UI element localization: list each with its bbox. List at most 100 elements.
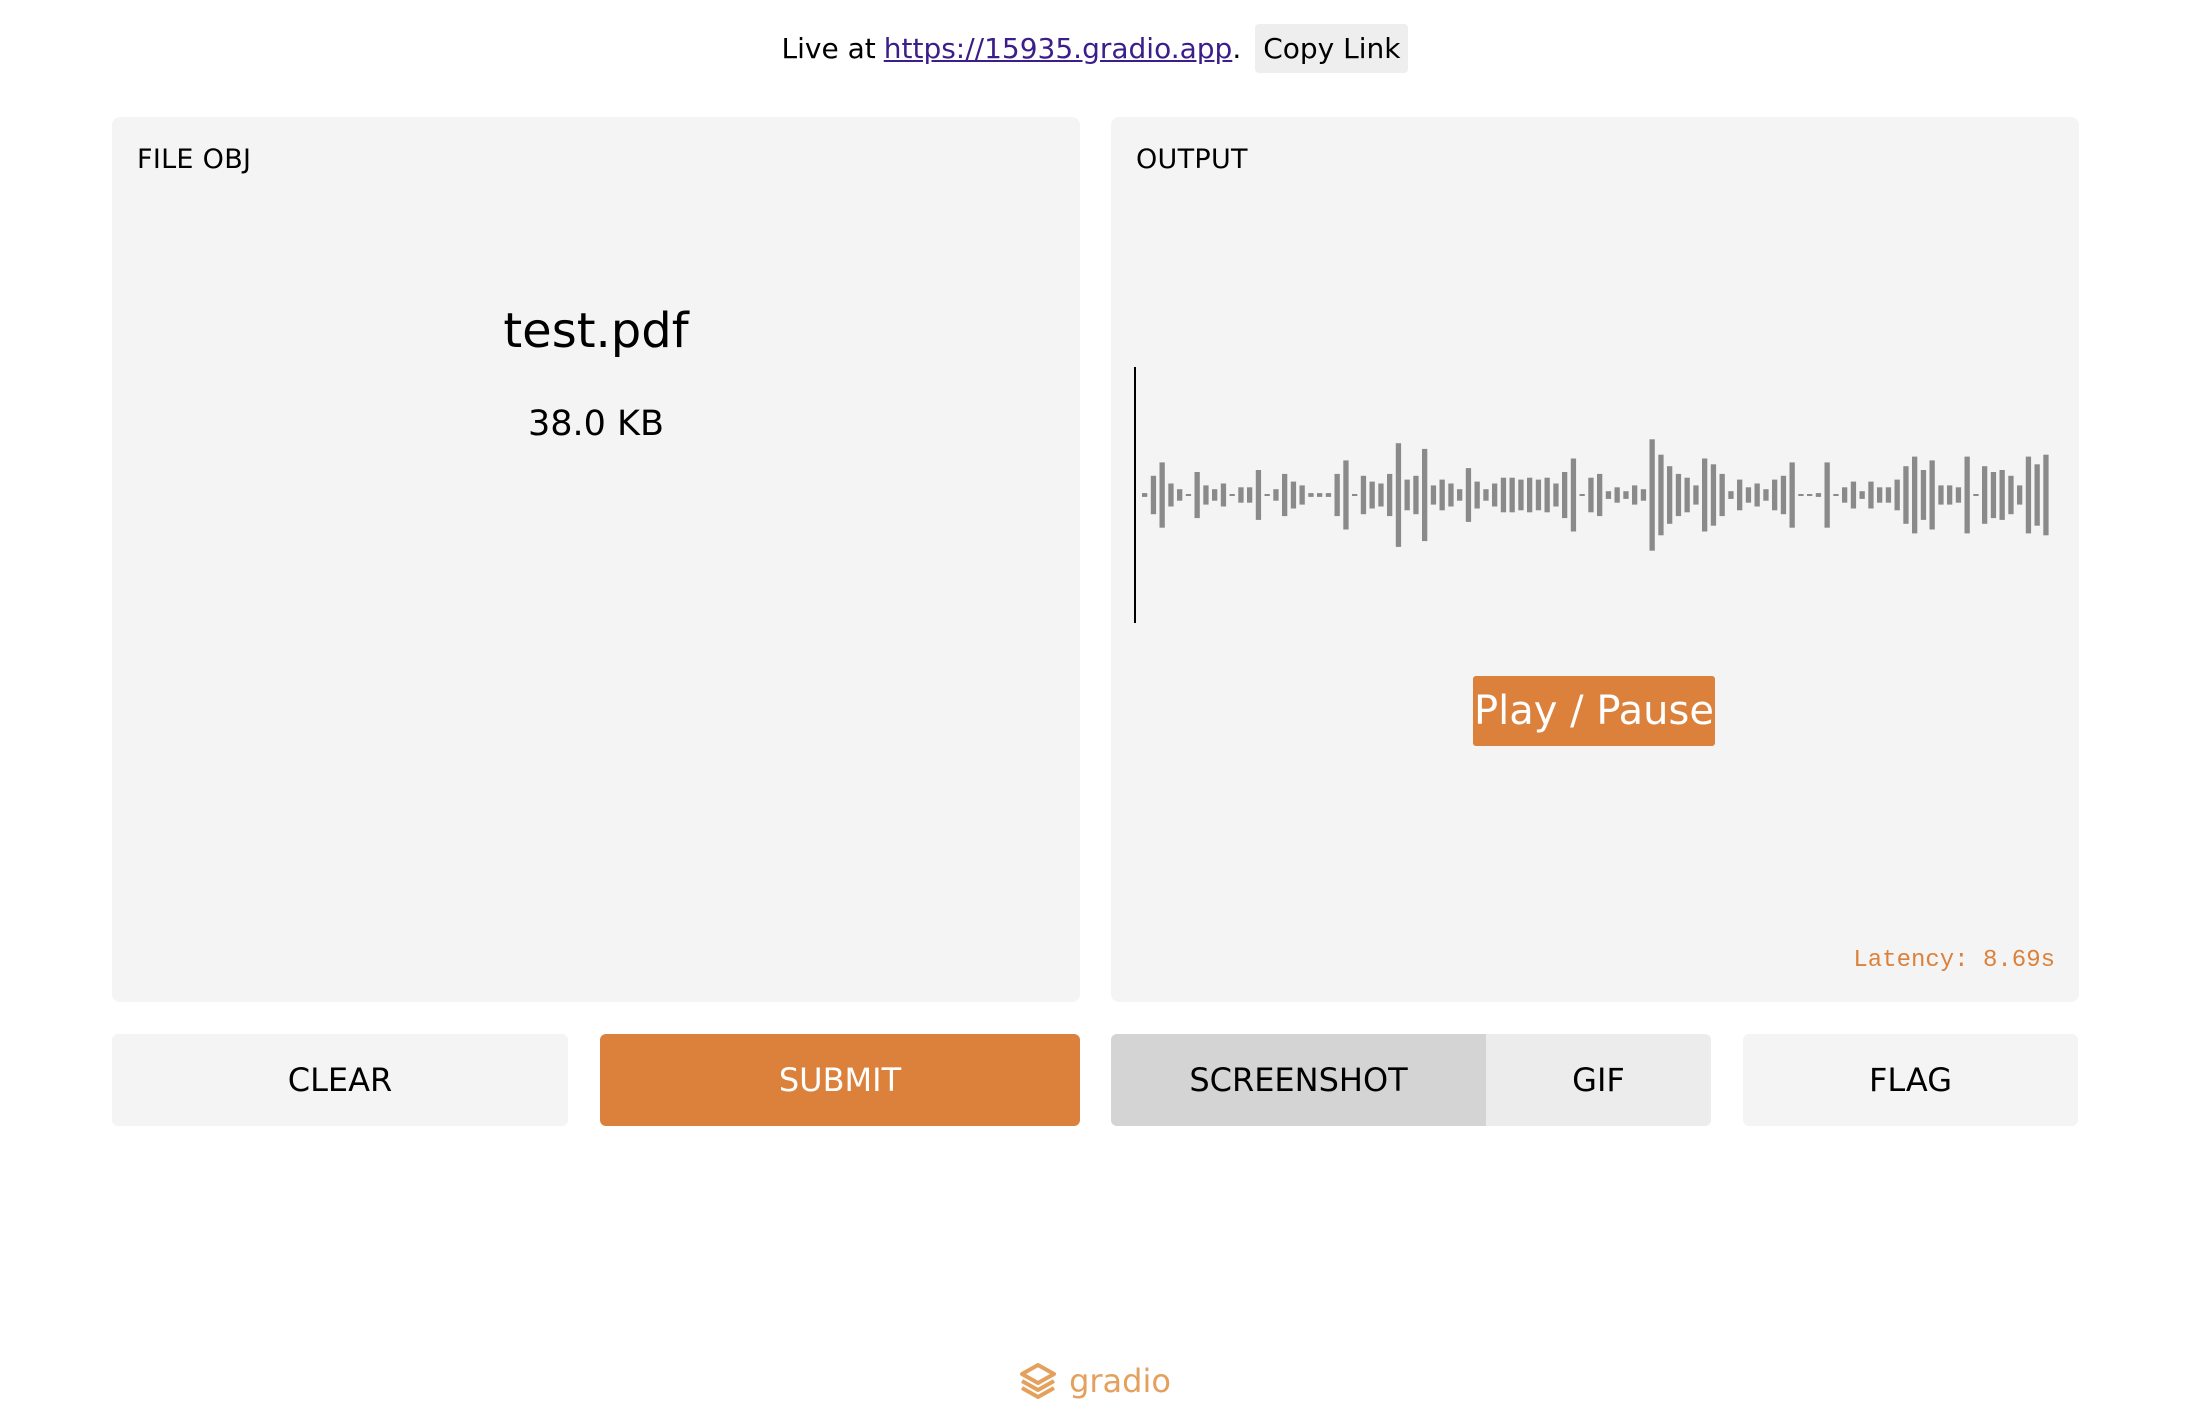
waveform-bar xyxy=(1369,481,1375,509)
waveform-bar xyxy=(1474,481,1480,509)
play-pause-button[interactable]: Play / Pause xyxy=(1473,676,1715,746)
waveform-bar xyxy=(1824,462,1830,528)
waveform-bar xyxy=(1308,493,1314,497)
waveform-bar xyxy=(1220,483,1227,507)
waveform-bar xyxy=(1177,489,1183,501)
waveform-bar xyxy=(1632,485,1638,505)
waveform-bar xyxy=(1894,479,1900,511)
waveform-bar xyxy=(1142,493,1148,497)
waveform-bar xyxy=(1684,477,1690,513)
waveform-bar xyxy=(1728,491,1734,499)
waveform-bar xyxy=(2034,464,2040,526)
waveform-bar xyxy=(1658,454,1664,536)
gradio-logo-icon xyxy=(1020,1363,1057,1399)
waveform-bar xyxy=(1570,458,1577,532)
waveform-bar xyxy=(1772,479,1778,511)
waveform-bar xyxy=(1194,472,1200,519)
output-panel: OUTPUT Play / Pause Latency: 8.69s xyxy=(1111,117,2079,1002)
clear-button[interactable]: CLEAR xyxy=(112,1034,568,1126)
waveform-bar xyxy=(1360,475,1367,515)
waveform-bar xyxy=(1185,494,1192,496)
waveform-bar xyxy=(1544,477,1550,513)
waveform-bar xyxy=(1675,473,1682,517)
waveform-bar xyxy=(1903,466,1909,524)
waveform-bar xyxy=(1614,487,1620,503)
waveform-bar xyxy=(1597,473,1603,517)
waveform-bar xyxy=(1605,491,1612,499)
audio-waveform[interactable] xyxy=(1134,367,2056,623)
waveform-bar xyxy=(1229,494,1235,496)
waveform-bar xyxy=(2043,454,2049,536)
waveform-bar xyxy=(1789,462,1795,528)
waveform-bar xyxy=(1483,489,1489,501)
link-suffix: . xyxy=(1232,31,1242,65)
waveform-bar xyxy=(1387,473,1393,517)
waveform-bar xyxy=(1850,481,1857,509)
waveform-bar xyxy=(1395,443,1402,547)
screenshot-button[interactable]: SCREENSHOT xyxy=(1111,1034,1486,1126)
waveform-bar xyxy=(1667,466,1673,524)
waveform-bar xyxy=(1203,485,1209,505)
share-link[interactable]: https://15935.gradio.app xyxy=(884,32,1233,65)
waveform-bar xyxy=(1430,485,1437,505)
live-label: Live at xyxy=(781,31,876,65)
waveform-bar xyxy=(1527,477,1533,513)
waveform-bar xyxy=(1920,470,1927,520)
waveform-bar xyxy=(2008,475,2014,515)
waveform-bar xyxy=(1168,483,1174,507)
waveform-bar xyxy=(1500,477,1507,513)
waveform-bar xyxy=(1973,494,1979,496)
input-label: FILE OBJ xyxy=(137,144,252,175)
file-name: test.pdf xyxy=(503,303,689,359)
output-label: OUTPUT xyxy=(1136,144,1248,175)
waveform-bar xyxy=(1282,473,1288,517)
waveform-bar xyxy=(1378,483,1384,507)
waveform-bar xyxy=(2025,456,2032,534)
waveform-bar xyxy=(1238,487,1244,503)
waveform-bar xyxy=(1352,494,1358,496)
waveform-bar xyxy=(1299,485,1305,505)
waveform-bar xyxy=(1964,456,1970,534)
waveform-bar xyxy=(1815,493,1822,497)
waveform-bar xyxy=(1212,489,1218,501)
waveform-bar xyxy=(1999,470,2005,520)
input-panel[interactable]: FILE OBJ test.pdf 38.0 KB xyxy=(112,117,1080,1002)
waveform-bar xyxy=(1859,491,1865,499)
waveform-bar xyxy=(1553,483,1559,507)
waveform-bar xyxy=(1798,494,1804,496)
waveform-bar xyxy=(1702,458,1708,532)
waveform-bar xyxy=(1150,475,1157,515)
copy-link-button[interactable]: Copy Link xyxy=(1255,23,1409,73)
waveform-bar xyxy=(1562,472,1568,519)
latency-readout: Latency: 8.69s xyxy=(1853,947,2055,974)
share-bar: Live at https://15935.gradio.app . Copy … xyxy=(0,20,2190,76)
waveform-bar xyxy=(1640,489,1647,501)
waveform-bar xyxy=(1693,485,1699,505)
waveform-bar xyxy=(1509,477,1515,513)
waveform-bar xyxy=(1448,483,1454,507)
waveform-bar xyxy=(1710,464,1717,526)
waveform-bar xyxy=(1754,483,1760,507)
waveform-bar xyxy=(1579,494,1585,496)
waveform-bar xyxy=(1334,473,1340,517)
waveform-bar xyxy=(1868,481,1874,509)
waveform-bar xyxy=(1877,487,1883,503)
waveform-bar xyxy=(1492,483,1498,507)
waveform-bar xyxy=(1763,489,1769,501)
gif-button[interactable]: GIF xyxy=(1486,1034,1711,1126)
waveform-bar xyxy=(1912,456,1918,534)
waveform-bar xyxy=(1159,462,1165,528)
waveform-bar xyxy=(1465,468,1472,522)
waveform-bar xyxy=(1623,491,1629,499)
waveform-bar xyxy=(1780,475,1787,515)
flag-button[interactable]: FLAG xyxy=(1743,1034,2078,1126)
waveform-bar xyxy=(1518,479,1524,511)
waveform-bar xyxy=(1955,487,1962,503)
submit-button[interactable]: SUBMIT xyxy=(600,1034,1080,1126)
waveform-bar xyxy=(1938,485,1944,505)
waveform-bar xyxy=(1833,494,1839,496)
waveform-bar xyxy=(1290,481,1297,509)
waveform-bar xyxy=(1264,494,1270,496)
waveform-bar xyxy=(2017,485,2023,505)
waveform-bar xyxy=(1947,485,1953,505)
